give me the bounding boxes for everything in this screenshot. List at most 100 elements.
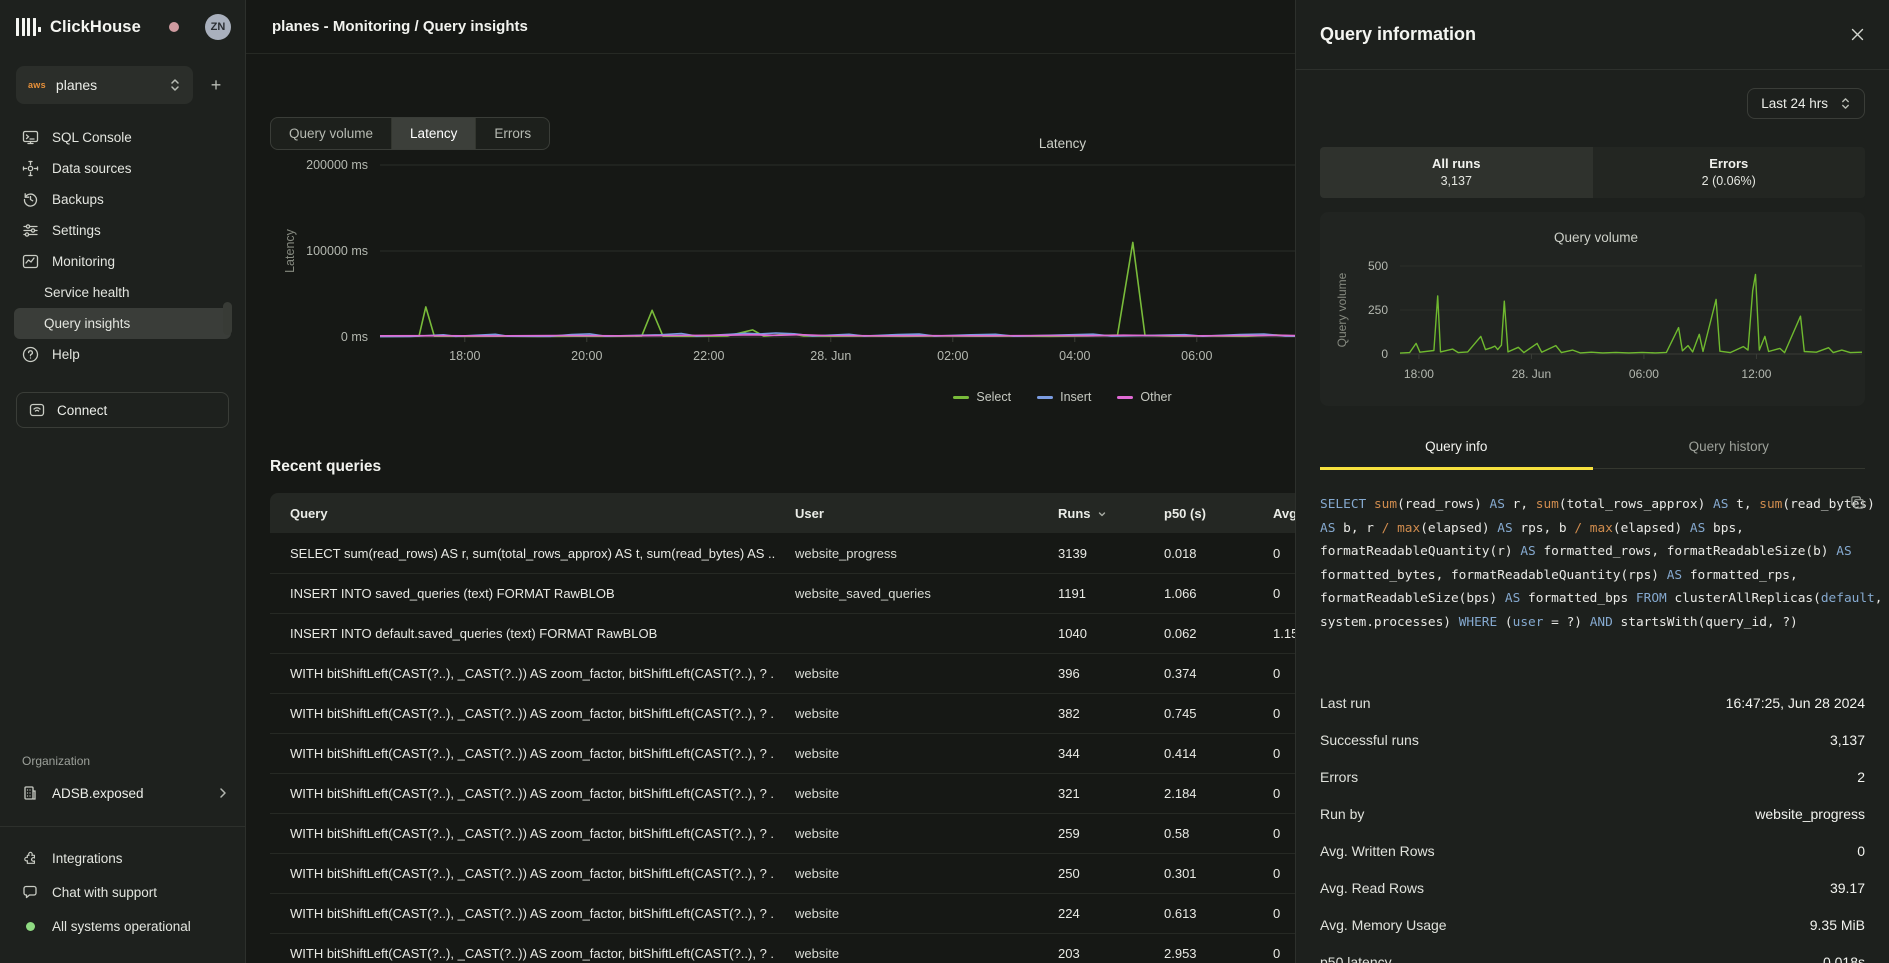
help-icon xyxy=(22,346,39,363)
sidebar-item-service-health[interactable]: Service health xyxy=(14,277,231,308)
time-range-select[interactable]: Last 24 hrs xyxy=(1747,88,1865,119)
detail-row-run-by: Run bywebsite_progress xyxy=(1320,796,1865,833)
user-cell: website xyxy=(775,706,1038,721)
p50-cell: 1.066 xyxy=(1144,586,1253,601)
query-information-panel: Query information Last 24 hrs All runs3,… xyxy=(1295,0,1889,963)
svg-text:20:00: 20:00 xyxy=(571,349,602,363)
svg-text:Query volume: Query volume xyxy=(1335,272,1349,347)
time-range-value: Last 24 hrs xyxy=(1761,96,1828,111)
runs-cell: 250 xyxy=(1038,866,1144,881)
sidebar-footer: Integrations Chat with support All systems… xyxy=(0,843,245,941)
data-sources-icon xyxy=(22,160,39,177)
detail-row-errors: Errors2 xyxy=(1320,759,1865,796)
p50-cell: 2.953 xyxy=(1144,946,1253,961)
runs-cell: 1040 xyxy=(1038,626,1144,641)
legend-item-insert[interactable]: Insert xyxy=(1037,390,1091,404)
sidebar-scrollbar-thumb[interactable] xyxy=(223,302,232,335)
organization-name: ADSB.exposed xyxy=(52,786,144,801)
footer-item-chat-with-support[interactable]: Chat with support xyxy=(0,877,245,907)
column-header-user[interactable]: User xyxy=(775,506,1038,521)
terminal-icon xyxy=(22,129,39,146)
column-header-runs[interactable]: Runs xyxy=(1038,506,1144,521)
notification-dot-icon xyxy=(169,22,179,32)
query-cell: WITH bitShiftLeft(CAST(?..), _CAST(?..))… xyxy=(270,906,775,921)
sidebar-item-monitoring[interactable]: Monitoring xyxy=(14,246,231,277)
green-dot-icon xyxy=(22,918,38,934)
user-cell: website xyxy=(775,666,1038,681)
p50-cell: 0.745 xyxy=(1144,706,1253,721)
summary-tab-errors[interactable]: Errors2 (0.06%) xyxy=(1593,147,1866,198)
sidebar-item-query-insights[interactable]: Query insights xyxy=(14,308,231,339)
svg-text:Query volume: Query volume xyxy=(1554,230,1638,245)
runs-cell: 344 xyxy=(1038,746,1144,761)
sidebar-item-data-sources[interactable]: Data sources xyxy=(14,153,231,184)
sidebar-item-backups[interactable]: Backups xyxy=(14,184,231,215)
sidebar-item-label: Query insights xyxy=(44,316,130,331)
summary-tab-all-runs[interactable]: All runs3,137 xyxy=(1320,147,1593,198)
organization-switcher[interactable]: ADSB.exposed xyxy=(0,778,245,808)
avatar[interactable]: ZN xyxy=(205,14,231,40)
runs-cell: 224 xyxy=(1038,906,1144,921)
column-header-p50-s-[interactable]: p50 (s) xyxy=(1144,506,1253,521)
svg-text:28. Jun: 28. Jun xyxy=(810,349,851,363)
svg-text:12:00: 12:00 xyxy=(1741,367,1771,381)
panel-title: Query information xyxy=(1320,24,1476,45)
legend-swatch xyxy=(1037,396,1053,399)
legend-item-select[interactable]: Select xyxy=(953,390,1011,404)
sidebar-item-label: Monitoring xyxy=(52,254,115,269)
svg-text:02:00: 02:00 xyxy=(937,349,968,363)
query-cell: INSERT INTO saved_queries (text) FORMAT … xyxy=(270,586,775,601)
chat-icon xyxy=(22,884,38,900)
detail-row-successful-runs: Successful runs3,137 xyxy=(1320,722,1865,759)
close-icon[interactable] xyxy=(1850,27,1865,42)
sidebar-item-settings[interactable]: Settings xyxy=(14,215,231,246)
p50-cell: 0.374 xyxy=(1144,666,1253,681)
sql-code-line: SELECT sum(read_rows) AS r, sum(total_ro… xyxy=(1320,493,1865,517)
p50-cell: 0.018 xyxy=(1144,546,1253,561)
connect-button[interactable]: Connect xyxy=(16,392,229,428)
copy-icon[interactable] xyxy=(1850,495,1865,510)
service-selector[interactable]: aws planes xyxy=(16,66,193,104)
svg-text:Latency: Latency xyxy=(1039,136,1087,151)
svg-text:22:00: 22:00 xyxy=(693,349,724,363)
sidebar-item-sql-console[interactable]: SQL Console xyxy=(14,122,231,153)
svg-text:200000 ms: 200000 ms xyxy=(306,158,368,172)
footer-item-integrations[interactable]: Integrations xyxy=(0,843,245,873)
p50-cell: 0.58 xyxy=(1144,826,1253,841)
user-cell: website xyxy=(775,826,1038,841)
user-cell: website_progress xyxy=(775,546,1038,561)
tab-query-history[interactable]: Query history xyxy=(1593,429,1866,468)
sql-code-line: AS b, r / max(elapsed) AS rps, b / max(e… xyxy=(1320,517,1865,541)
column-header-query[interactable]: Query xyxy=(270,506,775,521)
sidebar-nav: SQL Console Data sourcesBackups Settings Mo… xyxy=(0,122,245,370)
query-cell: WITH bitShiftLeft(CAST(?..), _CAST(?..))… xyxy=(270,786,775,801)
puzzle-icon xyxy=(22,850,38,866)
svg-text:100000 ms: 100000 ms xyxy=(306,244,368,258)
sort-desc-icon xyxy=(1097,509,1107,519)
add-service-button[interactable]: + xyxy=(203,75,229,96)
user-cell: website_saved_queries xyxy=(775,586,1038,601)
service-name: planes xyxy=(56,77,169,93)
query-info-tabs: Query infoQuery history xyxy=(1320,429,1865,469)
sidebar-top: ClickHouse ZN xyxy=(0,0,245,40)
detail-row-last-run: Last run16:47:25, Jun 28 2024 xyxy=(1320,685,1865,722)
sidebar-item-label: Settings xyxy=(52,223,101,238)
query-cell: WITH bitShiftLeft(CAST(?..), _CAST(?..))… xyxy=(270,666,775,681)
sidebar-item-help[interactable]: Help xyxy=(14,339,231,370)
p50-cell: 0.062 xyxy=(1144,626,1253,641)
legend-item-other[interactable]: Other xyxy=(1117,390,1171,404)
sql-code-line: system.processes) WHERE (user = ?) AND s… xyxy=(1320,611,1865,635)
runs-cell: 321 xyxy=(1038,786,1144,801)
tab-query-info[interactable]: Query info xyxy=(1320,429,1593,468)
query-cell: SELECT sum(read_rows) AS r, sum(total_ro… xyxy=(270,546,775,561)
runs-cell: 3139 xyxy=(1038,546,1144,561)
panel-header: Query information xyxy=(1296,0,1889,70)
sql-code-line: formatReadableQuantity(r) AS formatted_r… xyxy=(1320,540,1865,564)
p50-cell: 2.184 xyxy=(1144,786,1253,801)
footer-item-all-systems-operational[interactable]: All systems operational xyxy=(0,911,245,941)
query-details-list: Last run16:47:25, Jun 28 2024Successful … xyxy=(1320,685,1865,963)
connect-label: Connect xyxy=(57,403,107,418)
panel-body: Last 24 hrs All runs3,137Errors2 (0.06%)… xyxy=(1296,88,1889,963)
app-title: ClickHouse xyxy=(50,18,141,37)
sidebar-item-label: SQL Console xyxy=(52,130,132,145)
